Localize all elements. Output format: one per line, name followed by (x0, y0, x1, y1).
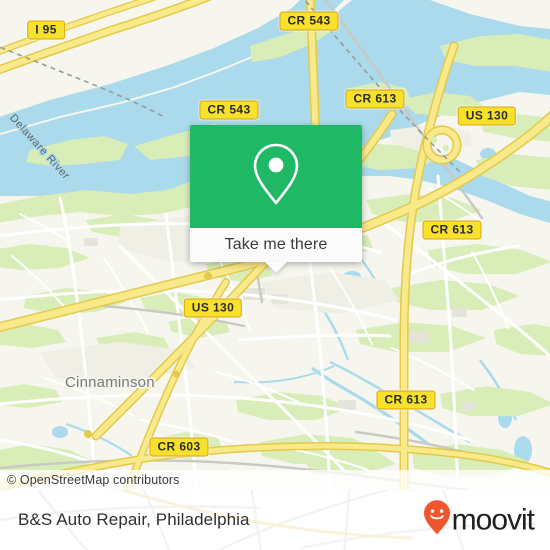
popup-pointer-tail (265, 262, 287, 273)
road-shield-i-95[interactable]: I 95 (27, 20, 65, 40)
moovit-wordmark: moovit (451, 503, 535, 536)
moovit-smiley-pin-icon (423, 500, 451, 541)
map-attribution-bar: © OpenStreetMap contributors (0, 470, 550, 490)
popup-header (190, 125, 362, 228)
road-shield-cr-613-east[interactable]: CR 613 (422, 220, 482, 240)
road-shield-cr-543-west[interactable]: CR 543 (199, 100, 259, 120)
take-me-there-button[interactable]: Take me there (225, 236, 328, 254)
moovit-brand[interactable]: moovit (423, 500, 535, 541)
map-pin-icon (248, 141, 304, 212)
road-shield-us-130-center[interactable]: US 130 (183, 298, 243, 318)
road-shield-cr-613-north[interactable]: CR 613 (345, 89, 405, 109)
attribution-text[interactable]: © OpenStreetMap contributors (0, 473, 180, 487)
map-canvas[interactable]: Cinnaminson Delaware River I 95 CR 543 C… (0, 0, 550, 490)
road-shield-cr-613-south[interactable]: CR 613 (376, 390, 436, 410)
road-shield-cr-603[interactable]: CR 603 (149, 437, 209, 457)
footer-bar: B&S Auto Repair, Philadelphia moovit (0, 490, 550, 550)
location-popup-card[interactable]: Take me there (190, 125, 362, 273)
popup-action-bar[interactable]: Take me there (190, 228, 362, 273)
page-title: B&S Auto Repair, Philadelphia (18, 510, 250, 529)
road-shield-us-130-northeast[interactable]: US 130 (457, 106, 517, 126)
road-shield-cr-543-north[interactable]: CR 543 (279, 11, 339, 31)
roundabout (422, 125, 462, 165)
moovit-map-screenshot: Cinnaminson Delaware River I 95 CR 543 C… (0, 0, 550, 550)
